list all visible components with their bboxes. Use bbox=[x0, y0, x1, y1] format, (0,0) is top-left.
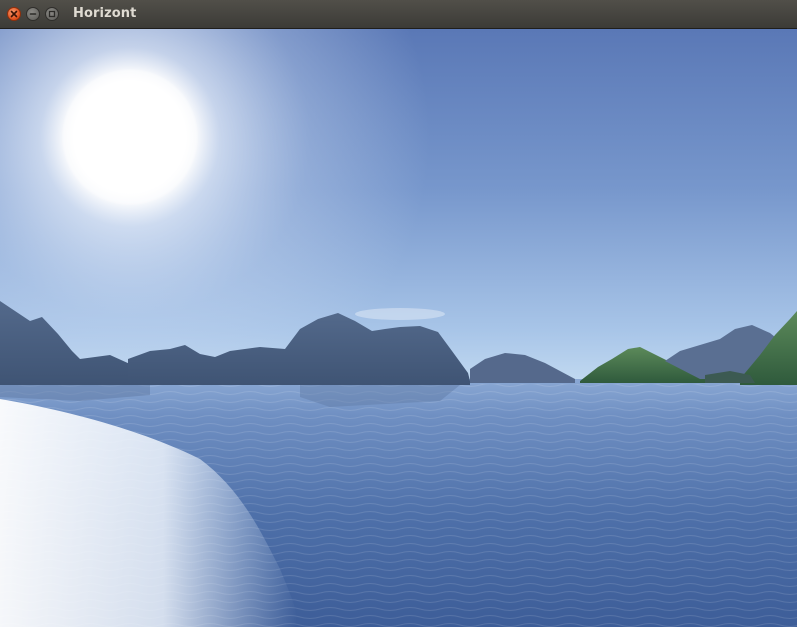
close-icon bbox=[10, 10, 18, 18]
title-bar[interactable]: Horizont bbox=[0, 0, 797, 29]
window-title: Horizont bbox=[73, 6, 137, 21]
sun bbox=[62, 69, 198, 205]
cloud bbox=[355, 308, 445, 320]
render-viewport[interactable] bbox=[0, 29, 797, 627]
minimize-icon bbox=[29, 13, 37, 15]
app-window: Horizont bbox=[0, 0, 797, 627]
close-button[interactable] bbox=[7, 7, 21, 21]
maximize-icon bbox=[48, 10, 56, 18]
maximize-button[interactable] bbox=[45, 7, 59, 21]
horizon-scene bbox=[0, 29, 797, 627]
minimize-button[interactable] bbox=[26, 7, 40, 21]
